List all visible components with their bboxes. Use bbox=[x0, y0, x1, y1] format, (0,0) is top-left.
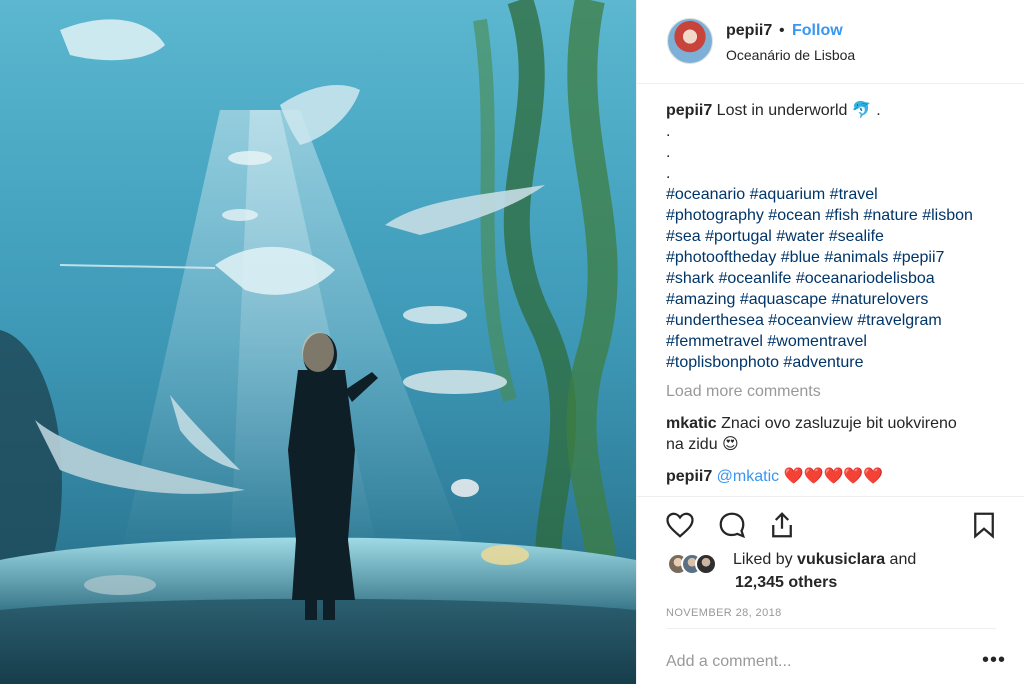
bookmark-icon[interactable] bbox=[969, 510, 999, 540]
separator-dot: • bbox=[779, 22, 785, 39]
post-actions bbox=[637, 496, 1024, 552]
caption-dot-2: . bbox=[666, 144, 671, 161]
hashtag-line[interactable]: #sea #portugal #water #sealife bbox=[666, 226, 1006, 247]
post-date[interactable]: NOVEMBER 28, 2018 bbox=[666, 607, 782, 619]
avatar[interactable] bbox=[667, 18, 713, 64]
follow-button[interactable]: Follow bbox=[792, 22, 843, 40]
comments-list[interactable]: pepii7 Lost in underworld 🐬 . . . . #oce… bbox=[666, 100, 1006, 496]
hashtag-line[interactable]: #femmetravel #womentravel bbox=[666, 331, 1006, 352]
avatar[interactable] bbox=[695, 553, 717, 575]
more-options-icon[interactable]: ••• bbox=[982, 649, 1006, 672]
caption-dot-3: . bbox=[666, 165, 671, 182]
likes-summary: Liked by vukusiclara and 12,345 others bbox=[667, 549, 1007, 599]
hashtag-line[interactable]: #photography #ocean #fish #nature #lisbo… bbox=[666, 205, 1006, 226]
caption: pepii7 Lost in underworld 🐬 . bbox=[666, 100, 1006, 121]
hashtag-line[interactable]: #underthesea #oceanview #travelgram bbox=[666, 310, 1006, 331]
add-comment-bar: ••• bbox=[666, 628, 1005, 684]
comment-text: @mkatic ❤️❤️❤️❤️❤️ bbox=[712, 468, 884, 485]
liked-by-user[interactable]: vukusiclara bbox=[797, 551, 885, 568]
caption-text: Lost in underworld 🐬 . bbox=[712, 102, 881, 119]
hashtags: #oceanario #aquarium #travel #photograph… bbox=[666, 184, 1006, 373]
comment-input[interactable] bbox=[666, 651, 946, 673]
caption-dot-1: . bbox=[666, 123, 671, 140]
likes-count-button[interactable]: 12,345 others bbox=[735, 574, 837, 592]
liked-by-text: Liked by vukusiclara and bbox=[733, 551, 916, 569]
location-link[interactable]: Oceanário de Lisboa bbox=[726, 47, 855, 63]
liked-by-prefix: Liked by bbox=[733, 551, 798, 568]
hashtag-line[interactable]: #shark #oceanlife #oceanariodelisboa bbox=[666, 268, 1006, 289]
comment-item: mkatic Znaci ovo zasluzuje bit uokvireno… bbox=[666, 413, 1006, 455]
aquarium-scene bbox=[0, 0, 636, 684]
comment-username[interactable]: pepii7 bbox=[666, 468, 712, 485]
post-header: pepii7 • Follow Oceanário de Lisboa bbox=[637, 0, 1024, 84]
hashtag-line[interactable]: #amazing #aquascape #naturelovers bbox=[666, 289, 1006, 310]
hashtag-line[interactable]: #oceanario #aquarium #travel bbox=[666, 184, 1006, 205]
hashtag-line[interactable]: #toplisbonphoto #adventure bbox=[666, 352, 1006, 373]
load-more-comments-button[interactable]: Load more comments bbox=[666, 381, 1006, 402]
heart-icon[interactable] bbox=[665, 510, 695, 540]
hashtag-line[interactable]: #photooftheday #blue #animals #pepii7 bbox=[666, 247, 1006, 268]
liked-by-suffix: and bbox=[885, 551, 917, 568]
username-link[interactable]: pepii7 bbox=[726, 22, 772, 40]
share-icon[interactable] bbox=[767, 510, 797, 540]
comment-username[interactable]: mkatic bbox=[666, 415, 717, 432]
post-photo[interactable] bbox=[0, 0, 636, 684]
comment-icon[interactable] bbox=[717, 510, 747, 540]
caption-username[interactable]: pepii7 bbox=[666, 102, 712, 119]
post-panel: pepii7 • Follow Oceanário de Lisboa pepi… bbox=[636, 0, 1024, 684]
comment-item: pepii7 @mkatic ❤️❤️❤️❤️❤️ bbox=[666, 466, 1006, 487]
